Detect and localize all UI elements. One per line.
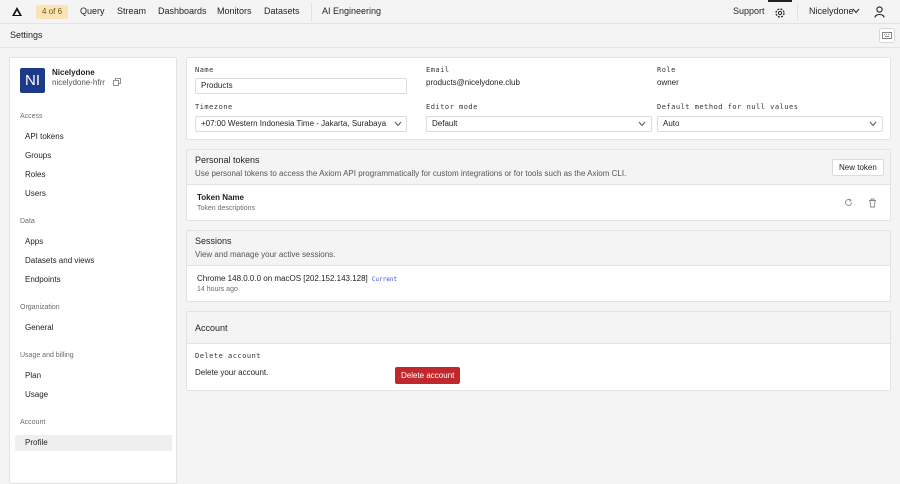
section-access: Access (20, 113, 43, 120)
null-method-select[interactable]: Auto (657, 116, 883, 132)
current-session-badge: Current (371, 276, 398, 283)
page-title: Settings (10, 30, 43, 40)
nav-dashboards[interactable]: Dashboards (158, 6, 207, 16)
settings-sidebar: NI Nicelydone nicelydone-hfrr Access API… (9, 57, 177, 484)
nav-ai-engineering[interactable]: AI Engineering (322, 6, 381, 16)
email-label: Email (426, 66, 450, 74)
account-header: Account (187, 312, 890, 344)
section-organization: Organization (20, 304, 60, 311)
profile-card: Name Products Email products@nicelydone.… (186, 57, 891, 140)
chevron-down-icon (869, 121, 877, 127)
nav-datasets[interactable]: Datasets (264, 6, 300, 16)
delete-account-button[interactable]: Delete account (395, 367, 461, 384)
section-data: Data (20, 218, 35, 225)
chevron-down-icon[interactable] (852, 8, 860, 14)
sidebar-item-api-tokens[interactable]: API tokens (15, 129, 172, 145)
delete-account-label: Delete account (195, 352, 262, 360)
sidebar-item-users[interactable]: Users (15, 186, 172, 202)
editor-mode-value: Default (432, 119, 458, 128)
null-method-label: Default method for null values (657, 103, 799, 111)
sidebar-item-roles[interactable]: Roles (15, 167, 172, 183)
tokens-header: Personal tokens Use personal tokens to a… (187, 150, 890, 185)
sessions-title: Sessions (195, 236, 232, 246)
sidebar-item-profile[interactable]: Profile (15, 435, 172, 451)
personal-tokens-card: Personal tokens Use personal tokens to a… (186, 149, 891, 221)
gear-icon (775, 8, 785, 18)
nav-divider (797, 3, 798, 21)
section-usage-billing: Usage and billing (20, 352, 74, 359)
tokens-description: Use personal tokens to access the Axiom … (195, 169, 627, 178)
section-account: Account (20, 419, 46, 426)
sessions-card: Sessions View and manage your active ses… (186, 230, 891, 302)
top-nav: 4 of 6 Query Stream Dashboards Monitors … (0, 0, 900, 24)
nav-monitors[interactable]: Monitors (217, 6, 252, 16)
role-value: owner (657, 78, 679, 87)
keyboard-icon (882, 32, 892, 39)
axiom-logo-icon[interactable] (11, 6, 23, 18)
timezone-select[interactable]: +07:00 Western Indonesia Time - Jakarta,… (195, 116, 407, 132)
chevron-down-icon (394, 121, 402, 127)
account-card: Account Delete account Delete your accou… (186, 311, 891, 391)
nav-stream[interactable]: Stream (117, 6, 146, 16)
editor-mode-label: Editor mode (426, 103, 478, 111)
org-name: Nicelydone (52, 68, 95, 77)
sidebar-item-usage[interactable]: Usage (15, 387, 172, 403)
email-value: products@nicelydone.club (426, 78, 520, 87)
org-avatar: NI (20, 68, 45, 93)
session-row: Chrome 148.0.0.0 on macOS [202.152.143.1… (197, 274, 397, 283)
timezone-label: Timezone (195, 103, 233, 111)
settings-button[interactable] (768, 0, 792, 24)
sessions-description: View and manage your active sessions. (195, 250, 336, 259)
copy-icon[interactable] (113, 78, 121, 86)
timezone-value: +07:00 Western Indonesia Time - Jakarta,… (201, 119, 387, 128)
session-device: Chrome 148.0.0.0 on macOS [202.152.143.1… (197, 274, 368, 283)
chevron-down-icon (638, 121, 646, 127)
org-menu[interactable]: Nicelydone (809, 6, 854, 16)
name-field[interactable]: Products (195, 78, 407, 94)
nav-query[interactable]: Query (80, 6, 105, 16)
token-description: Token descriptions (197, 205, 255, 212)
tokens-title: Personal tokens (195, 155, 260, 165)
refresh-icon[interactable] (844, 198, 853, 207)
role-label: Role (657, 66, 676, 74)
new-token-button[interactable]: New token (832, 159, 884, 176)
settings-header: Settings (0, 24, 900, 48)
org-slug: nicelydone-hfrr (52, 78, 105, 87)
session-time: 14 hours ago (197, 286, 238, 293)
user-icon[interactable] (874, 6, 885, 18)
trial-badge[interactable]: 4 of 6 (36, 5, 69, 19)
sidebar-item-groups[interactable]: Groups (15, 148, 172, 164)
sessions-header: Sessions View and manage your active ses… (187, 231, 890, 266)
delete-account-description: Delete your account. (195, 368, 269, 377)
keyboard-shortcuts-button[interactable] (879, 28, 895, 43)
sidebar-item-plan[interactable]: Plan (15, 368, 172, 384)
sidebar-item-general[interactable]: General (15, 320, 172, 336)
sidebar-item-endpoints[interactable]: Endpoints (15, 272, 172, 288)
nav-support[interactable]: Support (733, 6, 765, 16)
token-name: Token Name (197, 193, 244, 202)
trash-icon[interactable] (868, 198, 877, 208)
nav-divider (311, 3, 312, 21)
null-method-value: Auto (663, 119, 680, 128)
name-label: Name (195, 66, 214, 74)
sidebar-item-apps[interactable]: Apps (15, 234, 172, 250)
editor-mode-select[interactable]: Default (426, 116, 652, 132)
sidebar-item-datasets-views[interactable]: Datasets and views (15, 253, 172, 269)
account-title: Account (195, 323, 228, 333)
